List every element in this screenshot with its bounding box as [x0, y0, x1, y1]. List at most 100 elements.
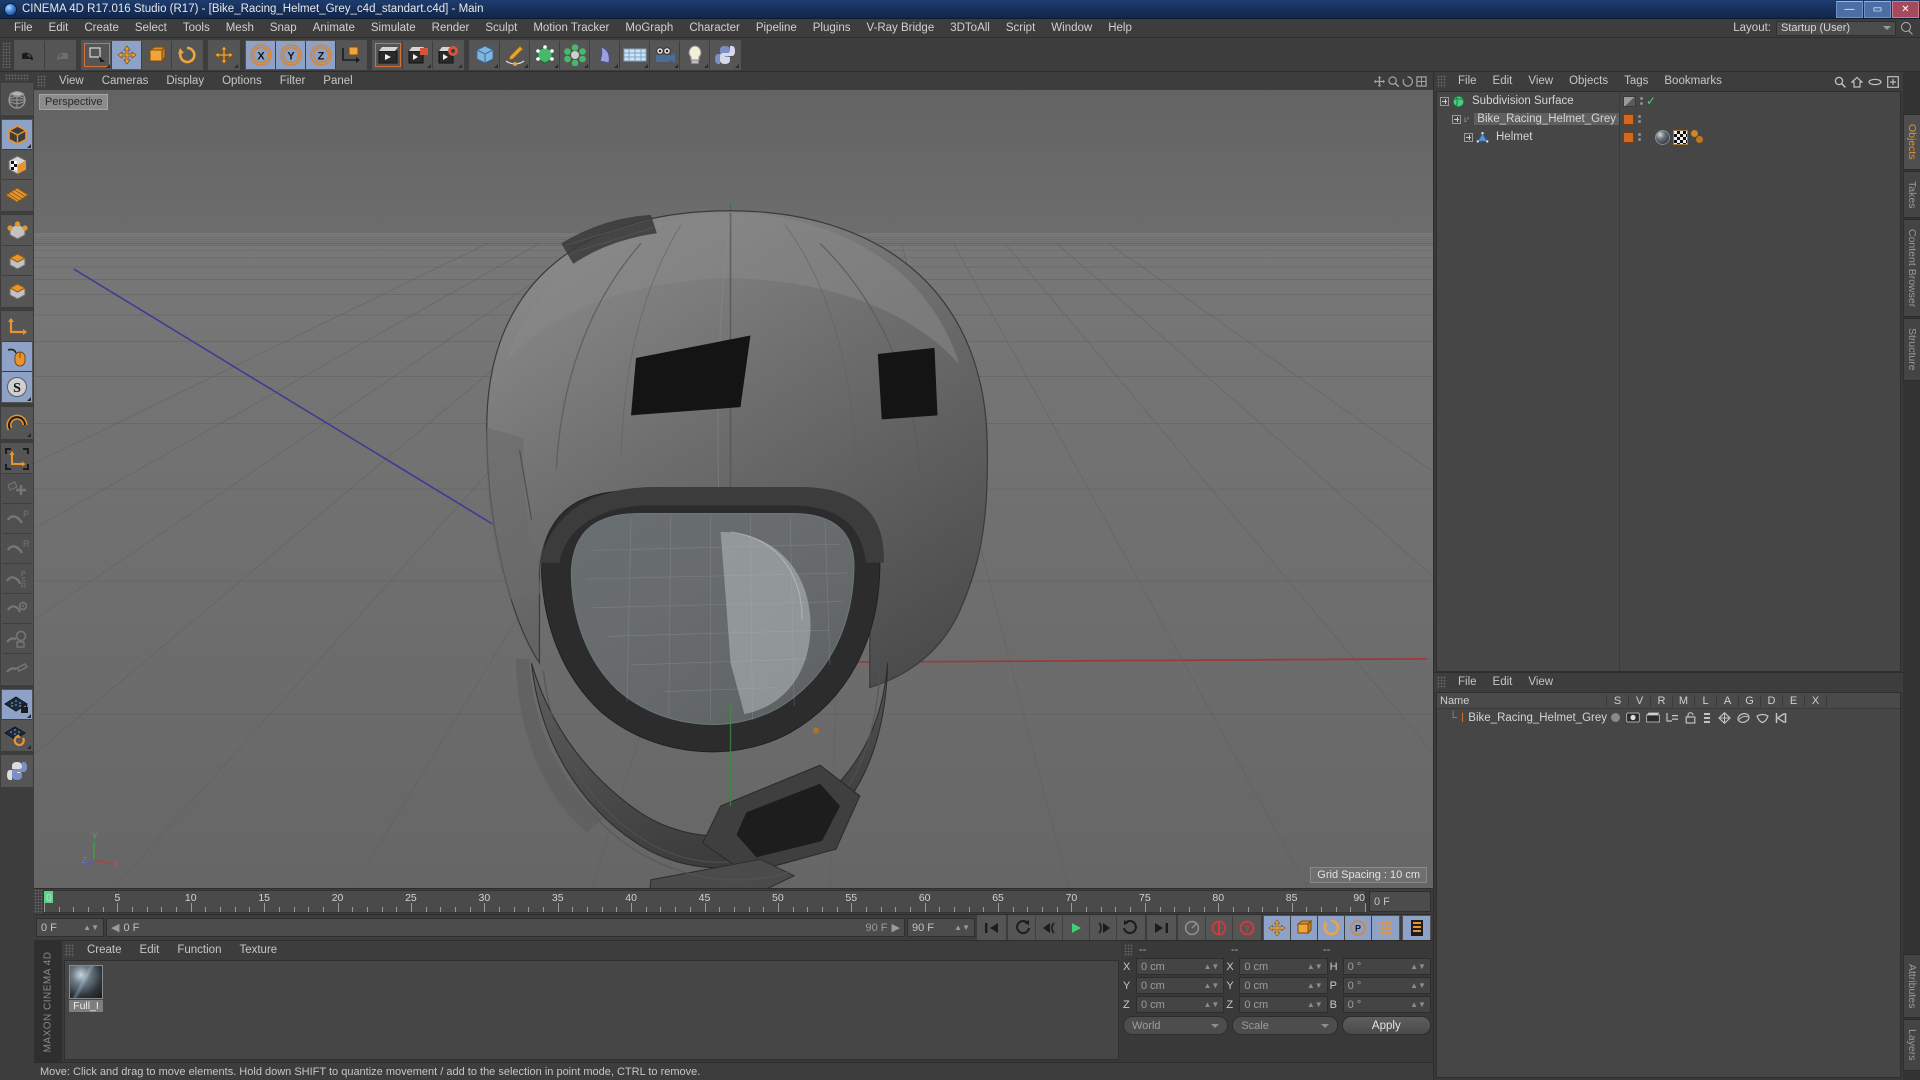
- menu-tools[interactable]: Tools: [175, 19, 218, 38]
- object-manager-drag-handle[interactable]: [1437, 75, 1446, 88]
- layer-menu-view[interactable]: View: [1520, 673, 1561, 692]
- x-axis-lock-button[interactable]: X: [246, 40, 276, 69]
- tab-objects[interactable]: Objects: [1903, 114, 1920, 170]
- generator-toggle-icon[interactable]: [1718, 711, 1731, 724]
- snap-toggle-button[interactable]: S: [2, 372, 32, 402]
- timeline-drag-handle[interactable]: [34, 889, 43, 914]
- menu-character[interactable]: Character: [681, 19, 748, 38]
- world-object-coordinate-button[interactable]: [336, 40, 366, 69]
- expander-icon-2[interactable]: [1452, 114, 1461, 124]
- menu-create[interactable]: Create: [76, 19, 127, 38]
- visibility-dot-icon[interactable]: [1623, 95, 1636, 107]
- layer-manager-drag-handle[interactable]: [1437, 676, 1446, 689]
- menu-motion-tracker[interactable]: Motion Tracker: [525, 19, 617, 38]
- animation-toggle-icon[interactable]: [1702, 712, 1712, 724]
- tag-row-subdivision[interactable]: ✓: [1620, 92, 1900, 110]
- tab-takes[interactable]: Takes: [1903, 170, 1920, 219]
- material-menu-edit[interactable]: Edit: [131, 941, 169, 960]
- search-icon[interactable]: [1834, 76, 1846, 88]
- move-tool[interactable]: [112, 40, 142, 69]
- bend-deformer-button[interactable]: [590, 40, 620, 69]
- menu-vray-bridge[interactable]: V-Ray Bridge: [858, 19, 942, 38]
- object-menu-objects[interactable]: Objects: [1561, 72, 1616, 91]
- xref-toggle-icon[interactable]: [1775, 712, 1787, 724]
- tab-content-browser[interactable]: Content Browser: [1903, 219, 1920, 318]
- rot-b-field[interactable]: 0 ° ▲▼: [1342, 996, 1431, 1013]
- object-row-subdivision-surface[interactable]: Subdivision Surface: [1437, 92, 1619, 110]
- z-axis-lock-button[interactable]: Z: [306, 40, 336, 69]
- menu-render[interactable]: Render: [424, 19, 478, 38]
- tab-attributes[interactable]: Attributes: [1903, 954, 1920, 1019]
- position-key-button[interactable]: [1264, 915, 1291, 940]
- scale-key-button[interactable]: [1291, 915, 1318, 940]
- toolbar-drag-handle[interactable]: [2, 41, 11, 68]
- render-settings-button[interactable]: [433, 40, 463, 69]
- object-menu-tags[interactable]: Tags: [1616, 72, 1656, 91]
- workplane-psr-button[interactable]: PSR: [2, 564, 32, 594]
- material-drag-handle[interactable]: [65, 944, 74, 957]
- object-row-helmet[interactable]: Helmet: [1437, 128, 1619, 146]
- deformer-toggle-icon[interactable]: [1737, 712, 1750, 724]
- size-z-field[interactable]: 0 cm ▲▼: [1239, 996, 1328, 1013]
- go-to-previous-key-button[interactable]: [1009, 915, 1036, 940]
- step-forward-button[interactable]: [1090, 915, 1117, 940]
- viewport-menu-options[interactable]: Options: [213, 72, 271, 90]
- workplane-plane-button[interactable]: [2, 654, 32, 684]
- menu-plugins[interactable]: Plugins: [805, 19, 859, 38]
- maximize-view-icon[interactable]: [1416, 75, 1427, 87]
- object-tags-column[interactable]: ✓: [1620, 92, 1900, 671]
- size-mode-dropdown[interactable]: Scale: [1232, 1016, 1338, 1035]
- stepper-icon-2[interactable]: ▲▼: [954, 923, 970, 932]
- menu-edit[interactable]: Edit: [41, 19, 77, 38]
- visible-toggle-icon[interactable]: [1626, 712, 1640, 723]
- workplane-align-button[interactable]: [2, 624, 32, 654]
- menu-animate[interactable]: Animate: [305, 19, 363, 38]
- nurbs-generator-button[interactable]: [530, 40, 560, 69]
- material-list[interactable]: Full_I: [64, 960, 1119, 1060]
- scale-tool[interactable]: [142, 40, 172, 69]
- layout-dropdown[interactable]: Startup (User): [1776, 20, 1896, 36]
- layer-row[interactable]: └ Bike_Racing_Helmet_Grey: [1437, 709, 1900, 726]
- visibility-dots-icon-3[interactable]: [1637, 133, 1641, 141]
- model-mode-button[interactable]: [2, 120, 32, 150]
- workplane-rotate-button[interactable]: [2, 720, 32, 750]
- apply-button[interactable]: Apply: [1341, 1016, 1431, 1035]
- stepper-icon[interactable]: ▲▼: [1410, 1000, 1426, 1009]
- dope-sheet-button[interactable]: [1403, 915, 1430, 940]
- point-level-animation-button[interactable]: [1372, 915, 1399, 940]
- pos-z-field[interactable]: 0 cm ▲▼: [1136, 996, 1225, 1013]
- lock-toggle-icon[interactable]: [1685, 711, 1696, 724]
- object-row-bike-racing-helmet-grey[interactable]: 0 Bike_Racing_Helmet_Grey: [1437, 110, 1619, 128]
- object-menu-view[interactable]: View: [1520, 72, 1561, 91]
- expander-icon-3[interactable]: [1464, 132, 1473, 142]
- enable-axis-button[interactable]: [2, 312, 32, 342]
- uv-tag-icon[interactable]: [1691, 130, 1705, 144]
- python-script-button[interactable]: [710, 40, 740, 69]
- keyframe-help-button[interactable]: ?: [1233, 915, 1260, 940]
- menu-script[interactable]: Script: [998, 19, 1043, 38]
- viewport-menu-filter[interactable]: Filter: [271, 72, 315, 90]
- object-menu-file[interactable]: File: [1450, 72, 1485, 91]
- solo-toggle-icon[interactable]: [1611, 713, 1620, 722]
- menu-window[interactable]: Window: [1043, 19, 1100, 38]
- viewport-menu-cameras[interactable]: Cameras: [93, 72, 158, 90]
- undo-button[interactable]: [15, 40, 45, 69]
- expression-toggle-icon[interactable]: [1756, 712, 1769, 724]
- stepper-icon[interactable]: ▲▼: [1203, 962, 1219, 971]
- stepper-icon[interactable]: ▲▼: [1307, 1000, 1323, 1009]
- coordinates-drag-handle[interactable]: [1124, 943, 1133, 956]
- tab-layers[interactable]: Layers: [1903, 1019, 1920, 1071]
- workplane-axis-button[interactable]: [2, 444, 32, 474]
- range-end-field[interactable]: 90 F ▲▼: [907, 918, 975, 937]
- menu-3dtoall[interactable]: 3DToAll: [942, 19, 998, 38]
- layer-color-swatch-2[interactable]: [1623, 131, 1634, 143]
- play-button[interactable]: [1063, 915, 1090, 940]
- minimize-button[interactable]: —: [1836, 1, 1863, 18]
- stepper-icon[interactable]: ▲▼: [1410, 962, 1426, 971]
- stepper-icon[interactable]: ▲▼: [1203, 1000, 1219, 1009]
- rotate-view-icon[interactable]: [1402, 75, 1413, 87]
- menu-mesh[interactable]: Mesh: [218, 19, 262, 38]
- redo-button[interactable]: [45, 40, 75, 69]
- search-icon[interactable]: [1901, 21, 1914, 35]
- stepper-icon[interactable]: ▲▼: [1307, 962, 1323, 971]
